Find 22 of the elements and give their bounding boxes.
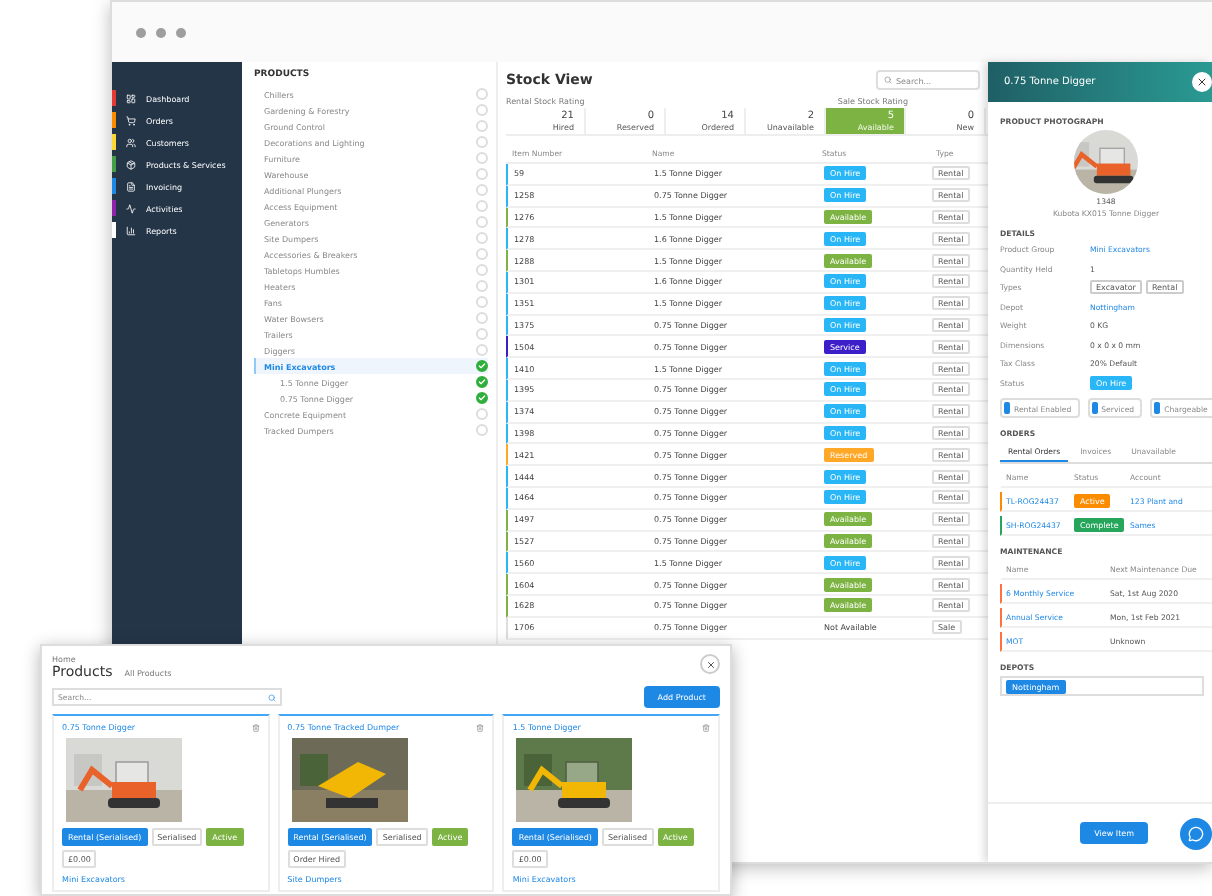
close-button[interactable] — [1192, 72, 1212, 92]
trash-icon[interactable] — [702, 723, 711, 731]
trash-icon[interactable] — [476, 723, 485, 731]
cart-icon — [126, 115, 136, 125]
people-icon — [126, 137, 136, 147]
box-icon — [126, 159, 136, 169]
window-dot[interactable] — [156, 27, 166, 37]
check-circle[interactable] — [476, 376, 488, 388]
search-icon — [884, 76, 892, 84]
document-icon — [126, 181, 136, 191]
chat-bubble-icon — [1188, 825, 1204, 841]
search-icon — [268, 693, 276, 701]
bar-chart-icon — [126, 225, 136, 235]
check-circle[interactable] — [476, 360, 488, 372]
trash-icon[interactable] — [251, 723, 260, 731]
close-icon — [1196, 76, 1208, 88]
dashboard-icon — [126, 93, 136, 103]
pulse-icon — [126, 203, 136, 213]
chat-button[interactable] — [1180, 817, 1212, 849]
window-dot[interactable] — [176, 27, 186, 37]
check-circle[interactable] — [476, 392, 488, 404]
window-dot[interactable] — [136, 27, 146, 37]
